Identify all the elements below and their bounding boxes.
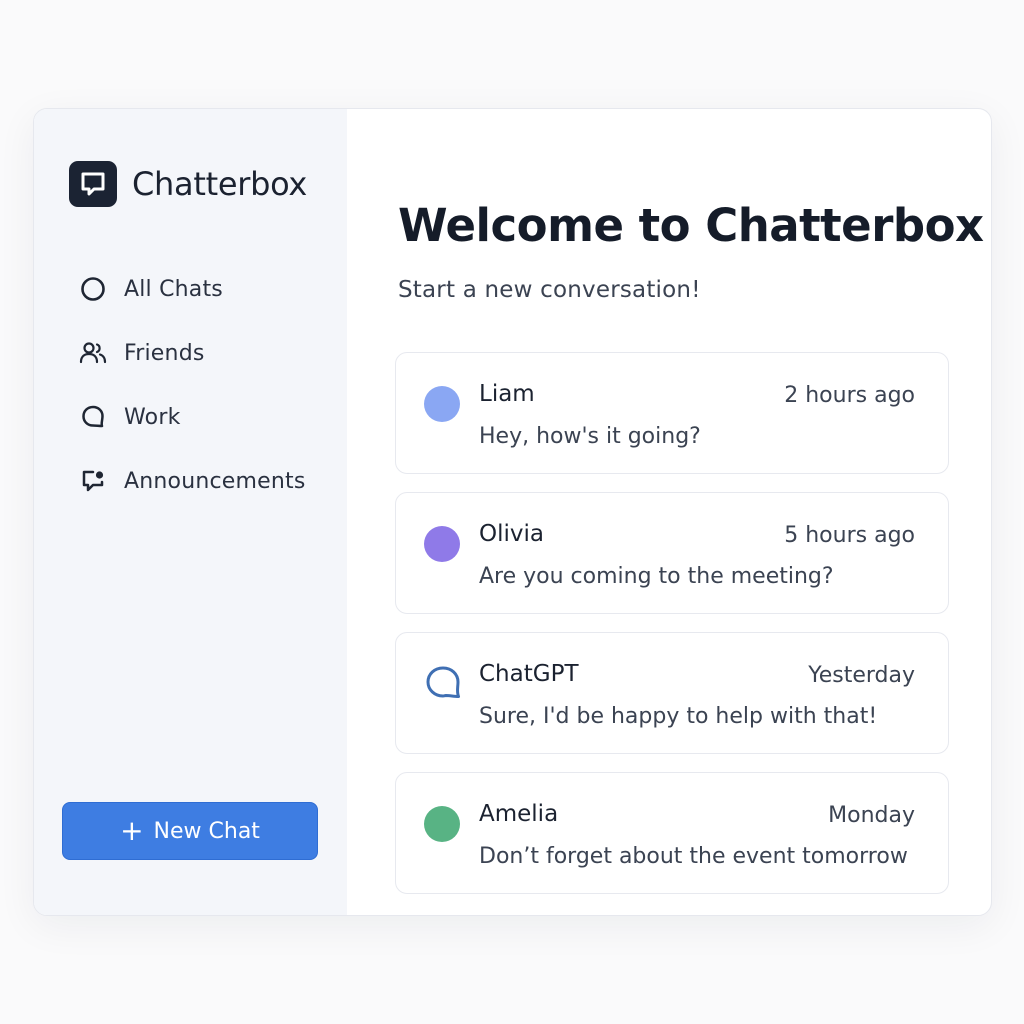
sidebar-nav: All Chats Friends Work Announcements — [78, 269, 328, 525]
chat-preview: Sure, I'd be happy to help with that! — [479, 704, 878, 729]
sidebar-item-label: Announcements — [124, 468, 306, 494]
sidebar-item-friends[interactable]: Friends — [78, 333, 328, 373]
chat-timestamp: 2 hours ago — [784, 383, 915, 408]
page-title: Welcome to Chatterbox — [398, 199, 984, 252]
chat-preview: Are you coming to the meeting? — [479, 564, 834, 589]
chat-bubble-icon — [69, 161, 117, 207]
announcement-icon — [78, 466, 108, 496]
brand: Chatterbox — [69, 161, 307, 207]
sidebar-item-all-chats[interactable]: All Chats — [78, 269, 328, 309]
sidebar-item-label: Work — [124, 404, 181, 430]
chat-name: Olivia — [479, 521, 544, 547]
new-chat-button[interactable]: + New Chat — [62, 802, 318, 860]
sidebar-item-announcements[interactable]: Announcements — [78, 461, 328, 501]
page-subtitle: Start a new conversation! — [398, 277, 701, 303]
chat-timestamp: Monday — [828, 803, 915, 828]
chat-name: Amelia — [479, 801, 559, 827]
speech-bubble-icon — [78, 402, 108, 432]
chat-name: Liam — [479, 381, 535, 407]
chat-preview: Don’t forget about the event tomorrow — [479, 844, 908, 869]
chat-name: ChatGPT — [479, 661, 579, 687]
main-panel: Welcome to Chatterbox Start a new conver… — [347, 109, 991, 915]
new-chat-label: New Chat — [153, 818, 260, 844]
plus-icon: + — [120, 814, 144, 847]
app-name: Chatterbox — [132, 165, 308, 203]
avatar — [424, 526, 460, 562]
avatar — [424, 386, 460, 422]
chat-bubble-outline-icon — [423, 663, 463, 703]
sidebar: Chatterbox All Chats Friends Work Announ… — [34, 109, 347, 915]
chat-list: Liam 2 hours ago Hey, how's it going? Ol… — [395, 352, 949, 912]
sidebar-item-work[interactable]: Work — [78, 397, 328, 437]
chat-timestamp: 5 hours ago — [784, 523, 915, 548]
chat-list-item[interactable]: Amelia Monday Don’t forget about the eve… — [395, 772, 949, 894]
chat-timestamp: Yesterday — [808, 663, 915, 688]
chat-list-item[interactable]: Liam 2 hours ago Hey, how's it going? — [395, 352, 949, 474]
chat-list-item[interactable]: ChatGPT Yesterday Sure, I'd be happy to … — [395, 632, 949, 754]
chat-preview: Hey, how's it going? — [479, 424, 701, 449]
app-window: Chatterbox All Chats Friends Work Announ… — [33, 108, 992, 916]
avatar — [424, 806, 460, 842]
circle-icon — [78, 274, 108, 304]
chat-list-item[interactable]: Olivia 5 hours ago Are you coming to the… — [395, 492, 949, 614]
users-icon — [78, 338, 108, 368]
sidebar-item-label: All Chats — [124, 276, 223, 302]
sidebar-item-label: Friends — [124, 340, 205, 366]
